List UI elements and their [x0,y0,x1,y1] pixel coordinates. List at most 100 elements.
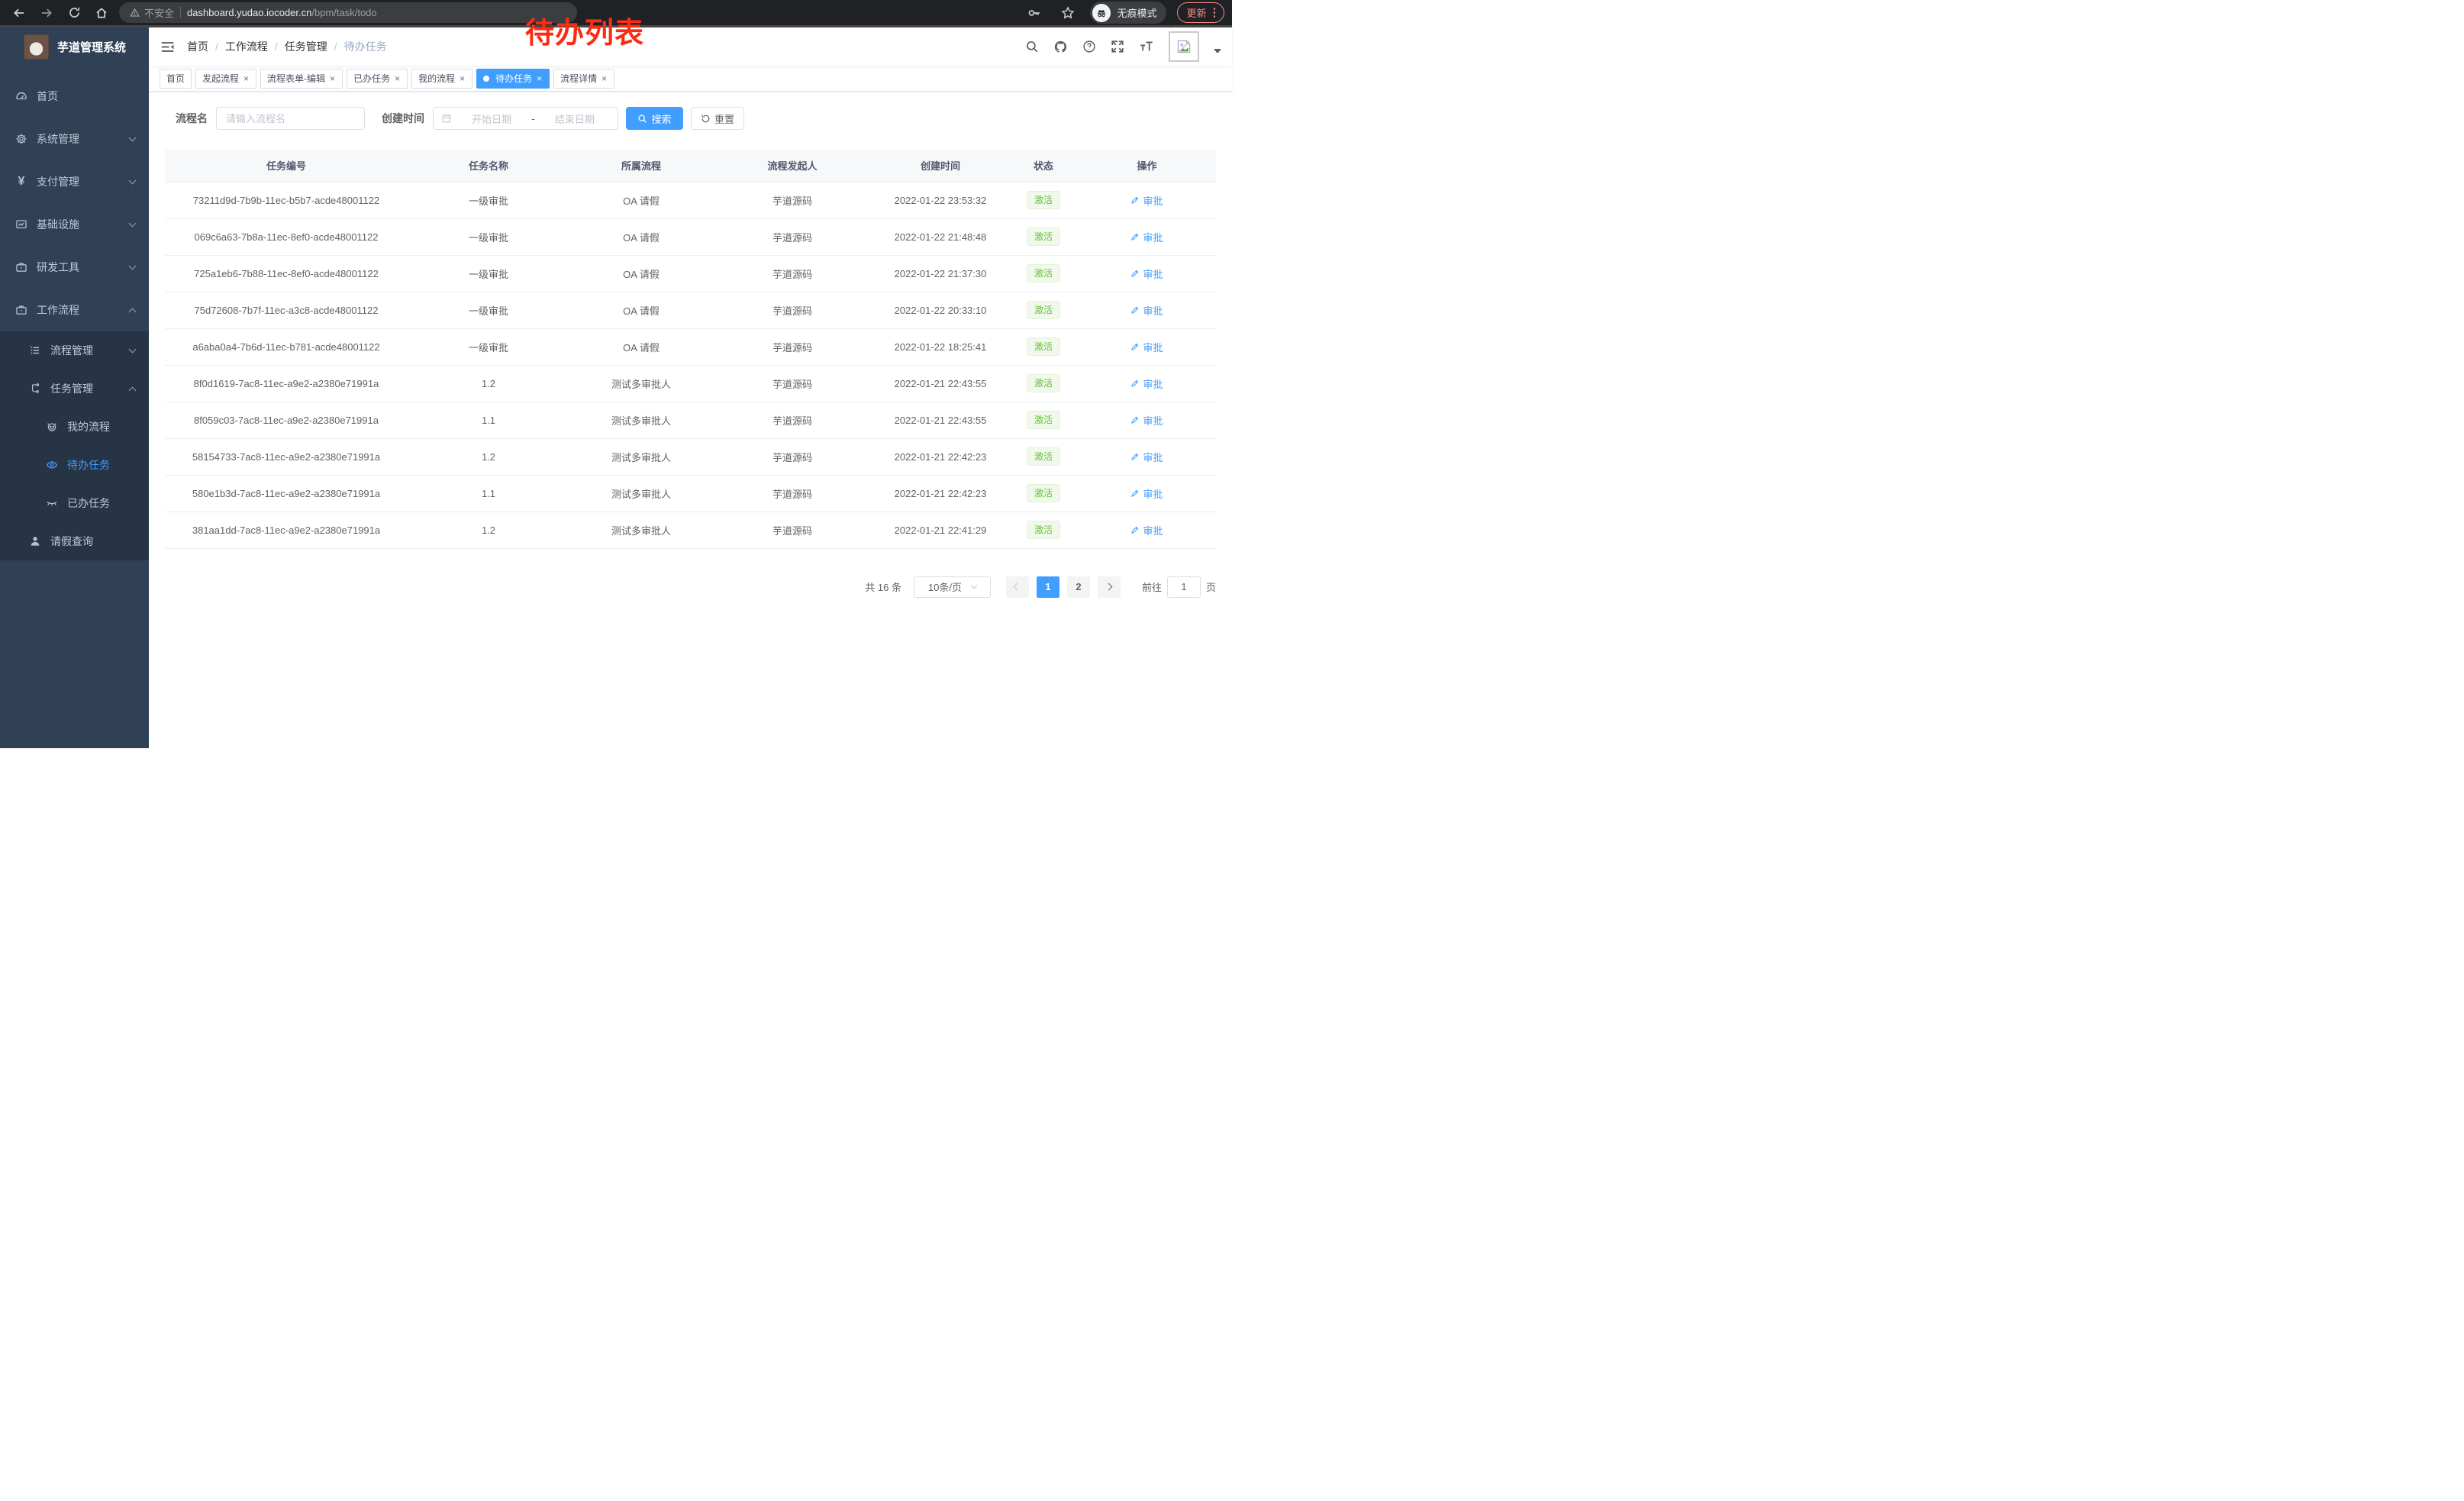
cell-create-time: 2022-01-22 18:25:41 [872,328,1009,365]
search-icon[interactable] [1025,40,1039,53]
page-button-1[interactable]: 1 [1037,576,1059,598]
avatar-dropdown-caret-icon[interactable] [1214,49,1221,53]
sidebar-item-leave-query[interactable]: 请假查询 [0,522,149,560]
process-name-input[interactable] [216,107,365,130]
close-icon[interactable]: × [536,73,543,84]
approve-link[interactable]: 审批 [1130,413,1163,428]
date-range-picker[interactable]: 开始日期 - 结束日期 [433,107,618,130]
col-status: 状态 [1009,150,1078,182]
cell-starter: 芋道源码 [713,365,872,402]
cell-starter: 芋道源码 [713,292,872,328]
page-button-2[interactable]: 2 [1067,576,1090,598]
browser-refresh-icon[interactable] [63,2,85,24]
browser-back-icon[interactable] [8,2,31,24]
col-process: 所属流程 [569,150,713,182]
sidebar-collapse-icon[interactable] [160,40,175,54]
tab-start-process[interactable]: 发起流程× [195,69,256,89]
security-indicator[interactable]: 不安全 [130,5,174,20]
browser-home-icon[interactable] [90,2,113,24]
password-key-icon[interactable] [1023,2,1046,24]
address-bar[interactable]: 不安全 dashboard.yudao.iocoder.cn/bpm/task/… [119,2,577,23]
goto-page-input[interactable] [1167,576,1201,598]
approve-link[interactable]: 审批 [1130,266,1163,281]
goto-label: 前往 [1142,579,1162,594]
browser-update-button[interactable]: 更新 [1177,2,1224,23]
close-icon[interactable]: × [459,73,466,84]
approve-link[interactable]: 审批 [1130,230,1163,244]
cell-task-id: 73211d9d-7b9b-11ec-b5b7-acde48001122 [165,182,408,218]
browser-forward-icon[interactable] [35,2,58,24]
fullscreen-icon[interactable] [1111,40,1124,53]
chevron-down-icon [129,263,137,270]
cell-starter: 芋道源码 [713,182,872,218]
tab-form-edit[interactable]: 流程表单-编辑× [260,69,343,89]
breadcrumb-workflow[interactable]: 工作流程 [225,39,268,54]
sidebar-item-payment[interactable]: ¥ 支付管理 [0,160,149,203]
sidebar-item-home[interactable]: 首页 [0,75,149,118]
sidebar-item-my-process[interactable]: 我的流程 [0,408,149,446]
tab-done-tasks[interactable]: 已办任务× [347,69,408,89]
approve-link[interactable]: 审批 [1130,193,1163,208]
cell-process: 测试多审批人 [569,512,713,548]
font-size-icon[interactable] [1139,40,1154,53]
sidebar-item-devtools[interactable]: 研发工具 [0,246,149,289]
approve-link[interactable]: 审批 [1130,376,1163,391]
close-icon[interactable]: × [329,73,336,84]
cell-create-time: 2022-01-21 22:42:23 [872,475,1009,512]
table-row: 73211d9d-7b9b-11ec-b5b7-acde48001122 一级审… [165,182,1216,218]
help-icon[interactable] [1082,40,1096,53]
approve-link[interactable]: 审批 [1130,450,1163,464]
app-logo[interactable]: 芋道管理系统 [0,27,149,66]
search-button[interactable]: 搜索 [626,107,683,130]
bookmark-star-icon[interactable] [1056,2,1079,24]
cell-create-time: 2022-01-21 22:43:55 [872,365,1009,402]
chevron-right-icon [1105,583,1113,591]
cell-process: 测试多审批人 [569,365,713,402]
sidebar-item-done-tasks[interactable]: 已办任务 [0,484,149,522]
status-badge: 激活 [1027,374,1060,392]
avatar[interactable] [1169,31,1199,62]
close-icon[interactable]: × [601,73,608,84]
status-badge: 激活 [1027,484,1060,502]
sidebar-item-system[interactable]: 系统管理 [0,118,149,160]
cell-starter: 芋道源码 [713,512,872,548]
sidebar-item-task-mgmt[interactable]: 任务管理 [0,370,149,408]
approve-link[interactable]: 审批 [1130,486,1163,501]
sidebar-item-process-mgmt[interactable]: 流程管理 [0,331,149,370]
process-name-label: 流程名 [176,111,208,126]
status-badge: 激活 [1027,411,1060,429]
approve-link[interactable]: 审批 [1130,303,1163,318]
approve-link[interactable]: 审批 [1130,523,1163,537]
reset-button[interactable]: 重置 [691,107,744,130]
breadcrumb-task-mgmt[interactable]: 任务管理 [285,39,327,54]
breadcrumb-home[interactable]: 首页 [187,39,208,54]
cell-process: OA 请假 [569,255,713,292]
status-badge: 激活 [1027,264,1060,282]
cell-task-name: 1.2 [408,512,569,548]
table-row: 580e1b3d-7ac8-11ec-a9e2-a2380e71991a 1.1… [165,475,1216,512]
create-time-label: 创建时间 [382,111,424,126]
person-icon [27,535,44,547]
sidebar-menu: 首页 系统管理 ¥ 支付管理 基础设施 [0,66,149,560]
sidebar-item-workflow[interactable]: 工作流程 [0,289,149,331]
sidebar-item-todo-tasks[interactable]: 待办任务 [0,446,149,484]
close-icon[interactable]: × [394,73,401,84]
robot-icon [44,421,60,433]
tab-my-process[interactable]: 我的流程× [411,69,472,89]
next-page-button[interactable] [1098,576,1121,598]
page-size-select[interactable]: 10条/页 [914,576,991,598]
tab-process-detail[interactable]: 流程详情× [553,69,614,89]
browser-menu-icon[interactable] [1214,8,1216,18]
approve-link[interactable]: 审批 [1130,340,1163,354]
sidebar-item-infra[interactable]: 基础设施 [0,203,149,246]
prev-page-button[interactable] [1006,576,1029,598]
tab-home[interactable]: 首页 [160,69,192,89]
github-icon[interactable] [1053,40,1068,54]
cell-process: 测试多审批人 [569,402,713,438]
cell-task-id: 725a1eb6-7b88-11ec-8ef0-acde48001122 [165,255,408,292]
tab-todo-tasks[interactable]: 待办任务× [476,69,550,89]
close-icon[interactable]: × [243,73,250,84]
dashboard-icon [13,90,30,102]
cell-starter: 芋道源码 [713,475,872,512]
warning-icon [130,8,140,18]
